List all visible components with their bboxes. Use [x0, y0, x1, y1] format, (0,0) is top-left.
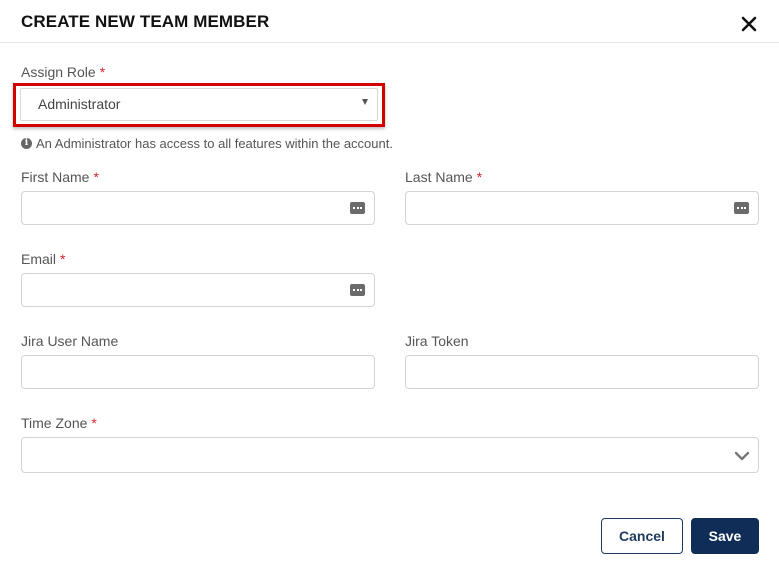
last-name-label: Last Name * — [405, 169, 482, 185]
chevron-down-icon — [734, 451, 750, 461]
dialog-title: CREATE NEW TEAM MEMBER — [21, 12, 270, 31]
time-zone-label: Time Zone * — [21, 415, 97, 431]
first-name-field — [21, 191, 375, 225]
password-manager-icon[interactable] — [734, 202, 749, 214]
email-field — [21, 273, 375, 307]
role-help-text-content: An Administrator has access to all featu… — [36, 136, 393, 151]
last-name-label-text: Last Name — [405, 169, 473, 185]
required-marker: * — [99, 64, 106, 80]
last-name-input[interactable] — [406, 192, 758, 224]
close-icon[interactable] — [738, 13, 760, 35]
save-button[interactable]: Save — [691, 518, 759, 554]
jira-user-name-label: Jira User Name — [21, 333, 119, 349]
info-icon: i — [21, 138, 32, 149]
time-zone-label-text: Time Zone — [21, 415, 88, 431]
required-marker: * — [91, 415, 97, 431]
email-label: Email * — [21, 251, 65, 267]
role-help-text: i An Administrator has access to all fea… — [21, 136, 393, 151]
last-name-field — [405, 191, 759, 225]
create-team-member-dialog: CREATE NEW TEAM MEMBER Assign Role * Admi… — [0, 0, 779, 573]
jira-user-name-field — [21, 355, 375, 389]
jira-token-field — [405, 355, 759, 389]
caret-down-icon — [362, 99, 368, 105]
email-label-text: Email — [21, 251, 57, 267]
required-marker: * — [93, 169, 99, 185]
email-input[interactable] — [22, 274, 374, 306]
assign-role-value: Administrator — [38, 96, 121, 112]
required-marker: * — [476, 169, 483, 185]
assign-role-label: Assign Role * — [21, 64, 105, 80]
first-name-label-text: First Name — [21, 169, 90, 185]
jira-token-label: Jira Token — [405, 333, 469, 349]
time-zone-select[interactable] — [21, 437, 759, 473]
password-manager-icon[interactable] — [350, 202, 365, 214]
assign-role-label-text: Assign Role — [21, 64, 96, 80]
jira-token-input[interactable] — [406, 356, 758, 388]
dialog-header: CREATE NEW TEAM MEMBER — [0, 0, 779, 43]
assign-role-select[interactable]: Administrator — [20, 88, 378, 121]
jira-user-name-input[interactable] — [22, 356, 374, 388]
first-name-input[interactable] — [22, 192, 374, 224]
required-marker: * — [60, 251, 66, 267]
password-manager-icon[interactable] — [350, 284, 365, 296]
cancel-button[interactable]: Cancel — [601, 518, 683, 554]
first-name-label: First Name * — [21, 169, 99, 185]
